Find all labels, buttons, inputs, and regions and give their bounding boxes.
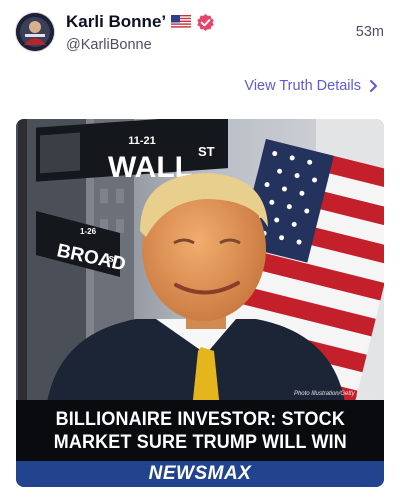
verified-badge-icon [196, 13, 215, 32]
wall-sign-number: 11-21 [128, 135, 156, 147]
us-flag-icon [171, 15, 192, 29]
post-header: Karli Bonne’ @KarliBonne 53m [0, 0, 400, 64]
author-display-name[interactable]: Karli Bonne’ [66, 12, 166, 32]
headline-line-2: MARKET SURE TRUMP WILL WIN [53, 430, 347, 453]
brand-banner: NEWSMAX [16, 461, 384, 487]
author-handle[interactable]: @KarliBonne [66, 37, 152, 53]
view-details-label: View Truth Details [244, 78, 361, 94]
headline-banner: BILLIONAIRE INVESTOR: STOCK MARKET SURE … [16, 400, 384, 461]
headline-line-1: BILLIONAIRE INVESTOR: STOCK [55, 407, 345, 430]
post-media-image[interactable]: 11-21 WALL ST 1-26 BROAD ST Photo Illust… [16, 119, 384, 487]
broad-sign-number: 1-26 [80, 227, 97, 236]
avatar[interactable] [16, 13, 54, 51]
chevron-right-icon [369, 79, 378, 93]
author-name-row: Karli Bonne’ [66, 11, 215, 33]
view-details-link[interactable]: View Truth Details [244, 78, 378, 94]
photo-credit: Photo Illustration/Getty Images [293, 391, 376, 397]
newsmax-logo: NEWSMAX [148, 463, 252, 484]
post-timestamp: 53m [355, 24, 384, 40]
wall-sign-suffix: ST [198, 144, 215, 159]
media-artwork: 11-21 WALL ST 1-26 BROAD ST [16, 119, 384, 409]
